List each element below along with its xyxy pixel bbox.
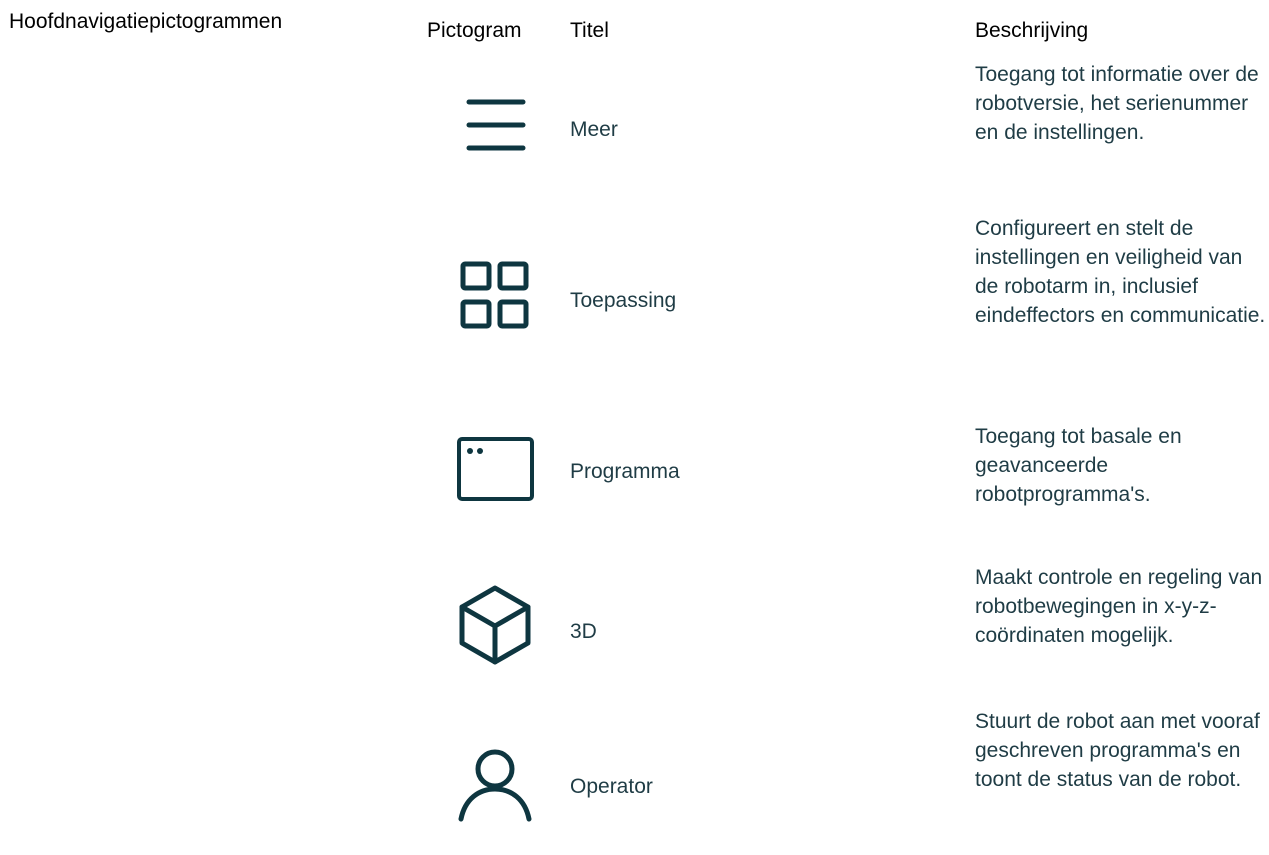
row-description: Stuurt de robot aan met vooraf geschreve… xyxy=(975,710,1260,791)
row-description: Configureert en stelt de instellingen en… xyxy=(975,217,1266,327)
program-window-icon xyxy=(455,430,535,510)
row-description: Toegang tot informatie over de robotvers… xyxy=(975,63,1259,144)
header-titel: Titel xyxy=(570,19,609,42)
grid-icon xyxy=(455,255,535,335)
cube-3d-icon xyxy=(455,580,535,670)
row-title: Toepassing xyxy=(570,289,677,312)
menu-icon xyxy=(455,90,535,160)
row-title: 3D xyxy=(570,620,597,643)
row-title: Programma xyxy=(570,460,680,483)
header-beschrijving: Beschrijving xyxy=(975,19,1089,42)
row-description: Maakt controle en regeling van robotbewe… xyxy=(975,566,1263,647)
row-title: Operator xyxy=(570,775,653,798)
user-icon xyxy=(455,745,535,825)
header-pictogram: Pictogram xyxy=(427,19,522,42)
row-description: Toegang tot basale en geavanceerde robot… xyxy=(975,425,1182,506)
row-title: Meer xyxy=(570,118,618,141)
section-title: Hoofdnavigatiepictogrammen xyxy=(9,10,283,33)
